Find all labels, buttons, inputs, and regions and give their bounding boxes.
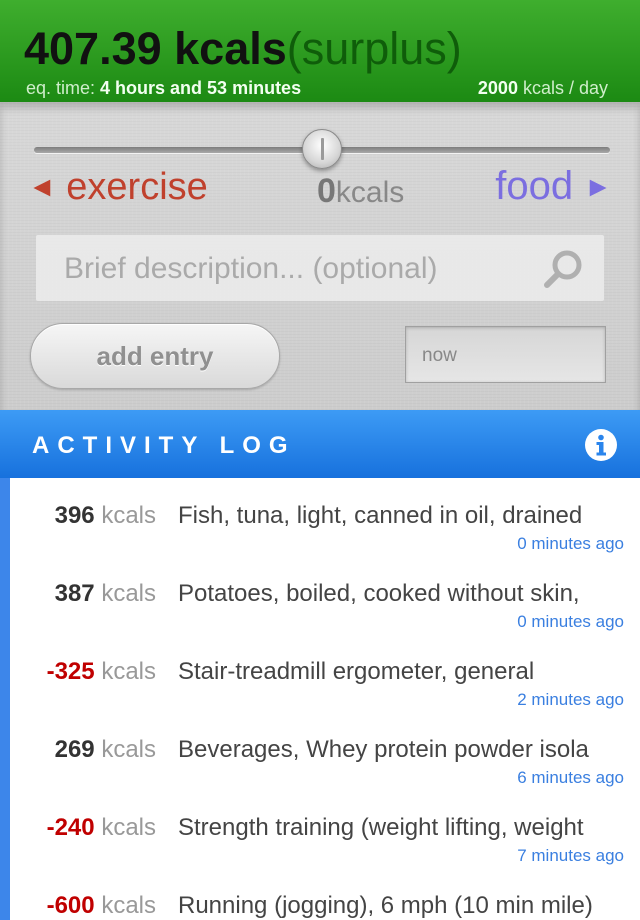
log-entry-calories: 387 kcals [55,580,156,608]
calorie-slider-thumb[interactable] [302,129,342,169]
log-entry-value: 396 [54,502,95,529]
log-entry-unit: kcals [101,736,156,763]
log-entry-calories: -325 kcals [47,658,156,686]
log-entry-unit: kcals [101,502,156,529]
activity-log-header: ACTIVITY LOG [0,410,640,478]
slider-value-number: 0 [317,172,336,210]
log-entry-name: Potatoes, boiled, cooked without skin, [178,580,580,607]
daily-target-value: 2000 [477,78,518,98]
log-entry-name: Fish, tuna, light, canned in oil, draine… [178,502,583,529]
exercise-label-text: exercise [66,166,208,208]
log-entry-unit: kcals [101,658,156,685]
time-input[interactable] [420,327,594,384]
log-entry-name: Beverages, Whey protein powder isola [178,736,589,763]
food-label-text: food [495,164,574,208]
equivalent-time: eq. time: 4 hours and 53 minutes [26,78,301,99]
daily-target[interactable]: 2000 kcals / day [478,78,608,99]
log-entry-value: 387 [54,580,95,607]
search-icon[interactable] [542,247,586,291]
log-entry-value: -240 [46,814,95,841]
log-entry-name: Stair-treadmill ergometer, general [178,658,535,685]
equivalent-time-value: 4 hours and 53 minutes [100,78,302,98]
net-calories-value: 407.39 kcals [24,23,287,74]
exercise-label[interactable]: ◄ exercise [28,166,208,209]
log-entry-value: -600 [46,892,95,919]
log-entry-timestamp: 2 minutes ago [517,690,624,709]
log-entry-unit: kcals [101,814,156,841]
time-field [405,326,606,384]
entry-panel: ◄ exercise 0kcals food ► add entry [0,102,640,410]
food-label[interactable]: food ► [495,164,612,209]
activity-log-list[interactable]: 396 kcals Fish, tuna, light, canned in o… [0,478,640,920]
add-entry-button[interactable]: add entry [30,323,280,389]
log-entry[interactable]: -600 kcals Running (jogging), 6 mph (10 … [10,868,640,920]
left-arrow-icon: ◄ [28,171,56,202]
log-entry-name: Running (jogging), 6 mph (10 min mile) [178,892,593,919]
slider-value: 0kcals [317,172,404,211]
log-entry[interactable]: 269 kcals Beverages, Whey protein powder… [10,712,640,790]
log-entry-value: -325 [46,658,95,685]
log-entry-timestamp: 7 minutes ago [517,846,624,865]
log-entry-timestamp: 6 minutes ago [517,768,624,787]
log-entry-timestamp: 0 minutes ago [517,612,624,631]
activity-log-title: ACTIVITY LOG [32,432,296,459]
summary-header: 407.39 kcals(surplus) eq. time: 4 hours … [0,0,640,102]
log-entry-timestamp: 0 minutes ago [517,534,624,553]
log-entry[interactable]: -325 kcals Stair-treadmill ergometer, ge… [10,634,640,712]
log-entry-unit: kcals [101,892,156,919]
description-field [36,235,604,303]
log-entry[interactable]: 396 kcals Fish, tuna, light, canned in o… [10,478,640,556]
list-accent-bar [0,478,10,920]
log-entry-calories: -600 kcals [47,892,156,920]
right-arrow-icon: ► [584,171,612,202]
log-entry[interactable]: 387 kcals Potatoes, boiled, cooked witho… [10,556,640,634]
description-input[interactable] [62,235,536,303]
log-entry[interactable]: -240 kcals Strength training (weight lif… [10,790,640,868]
slider-value-unit: kcals [335,176,405,209]
equivalent-time-label: eq. time: [26,78,101,98]
log-entry-value: 269 [54,736,95,763]
daily-target-unit: kcals / day [517,78,608,98]
log-entry-calories: 269 kcals [55,736,156,764]
log-entry-calories: 396 kcals [55,502,156,530]
log-entry-calories: -240 kcals [47,814,156,842]
log-entry-name: Strength training (weight lifting, weigh… [178,814,584,841]
log-entry-unit: kcals [101,580,156,607]
net-calories-status: (surplus) [286,23,462,74]
slider-grip-icon [321,138,324,160]
info-icon[interactable] [584,428,618,462]
